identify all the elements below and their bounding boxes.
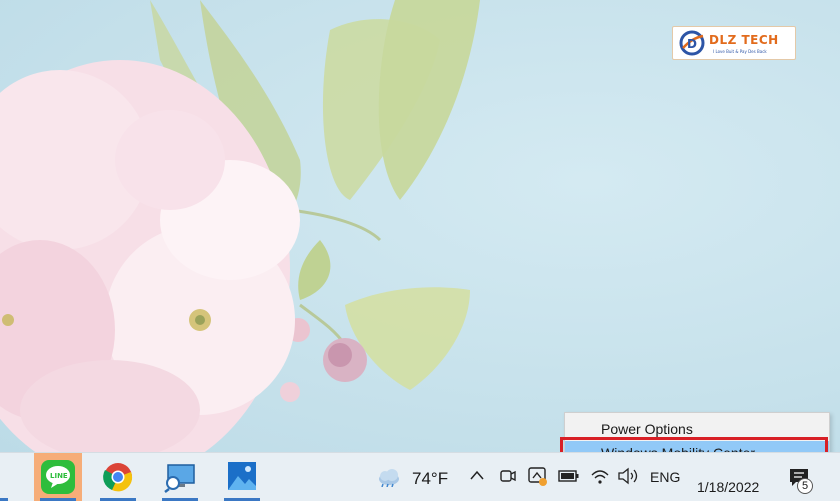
- battery-icon[interactable]: [558, 469, 580, 483]
- annotation-highlight-box: [560, 437, 828, 452]
- input-language-indicator[interactable]: ENG: [650, 469, 680, 485]
- logo-tagline: I Love Buit & Pay Des Back: [713, 49, 767, 54]
- logo-mark-icon: D: [679, 30, 705, 56]
- wifi-icon[interactable]: [590, 467, 610, 485]
- taskbar-app-line[interactable]: LINE: [34, 453, 82, 501]
- chevron-up-icon[interactable]: [469, 469, 485, 481]
- taskbar-app-photos[interactable]: [218, 453, 266, 501]
- logo-brand-text: DLZ TECH: [709, 33, 779, 47]
- volume-icon[interactable]: [617, 467, 641, 485]
- flower-wallpaper: [0, 0, 480, 452]
- notification-count-badge: 5: [797, 478, 813, 494]
- taskbar-app-chrome[interactable]: [94, 453, 142, 501]
- desktop: D DLZ TECH I Love Buit & Pay Des Back Po…: [0, 0, 840, 452]
- taskbar-app-partial[interactable]: [0, 453, 20, 501]
- svg-text:LINE: LINE: [50, 472, 68, 480]
- weather-cloud-icon[interactable]: [376, 467, 402, 487]
- taskbar: LINE 74°F ENG 1/18/2022 5: [0, 452, 840, 501]
- line-icon: LINE: [41, 460, 75, 494]
- taskbar-app-remote-desktop[interactable]: [156, 453, 204, 501]
- svg-text:D: D: [687, 37, 697, 51]
- chrome-icon: [103, 463, 133, 492]
- photos-icon: [228, 462, 256, 490]
- remote-desktop-icon: [164, 464, 195, 493]
- meet-now-icon[interactable]: [499, 467, 517, 485]
- taskbar-date[interactable]: 1/18/2022: [697, 479, 759, 495]
- weather-temperature[interactable]: 74°F: [412, 469, 448, 489]
- app-tray-icon[interactable]: [527, 465, 549, 487]
- dlz-tech-logo: D DLZ TECH I Love Buit & Pay Des Back: [672, 26, 796, 60]
